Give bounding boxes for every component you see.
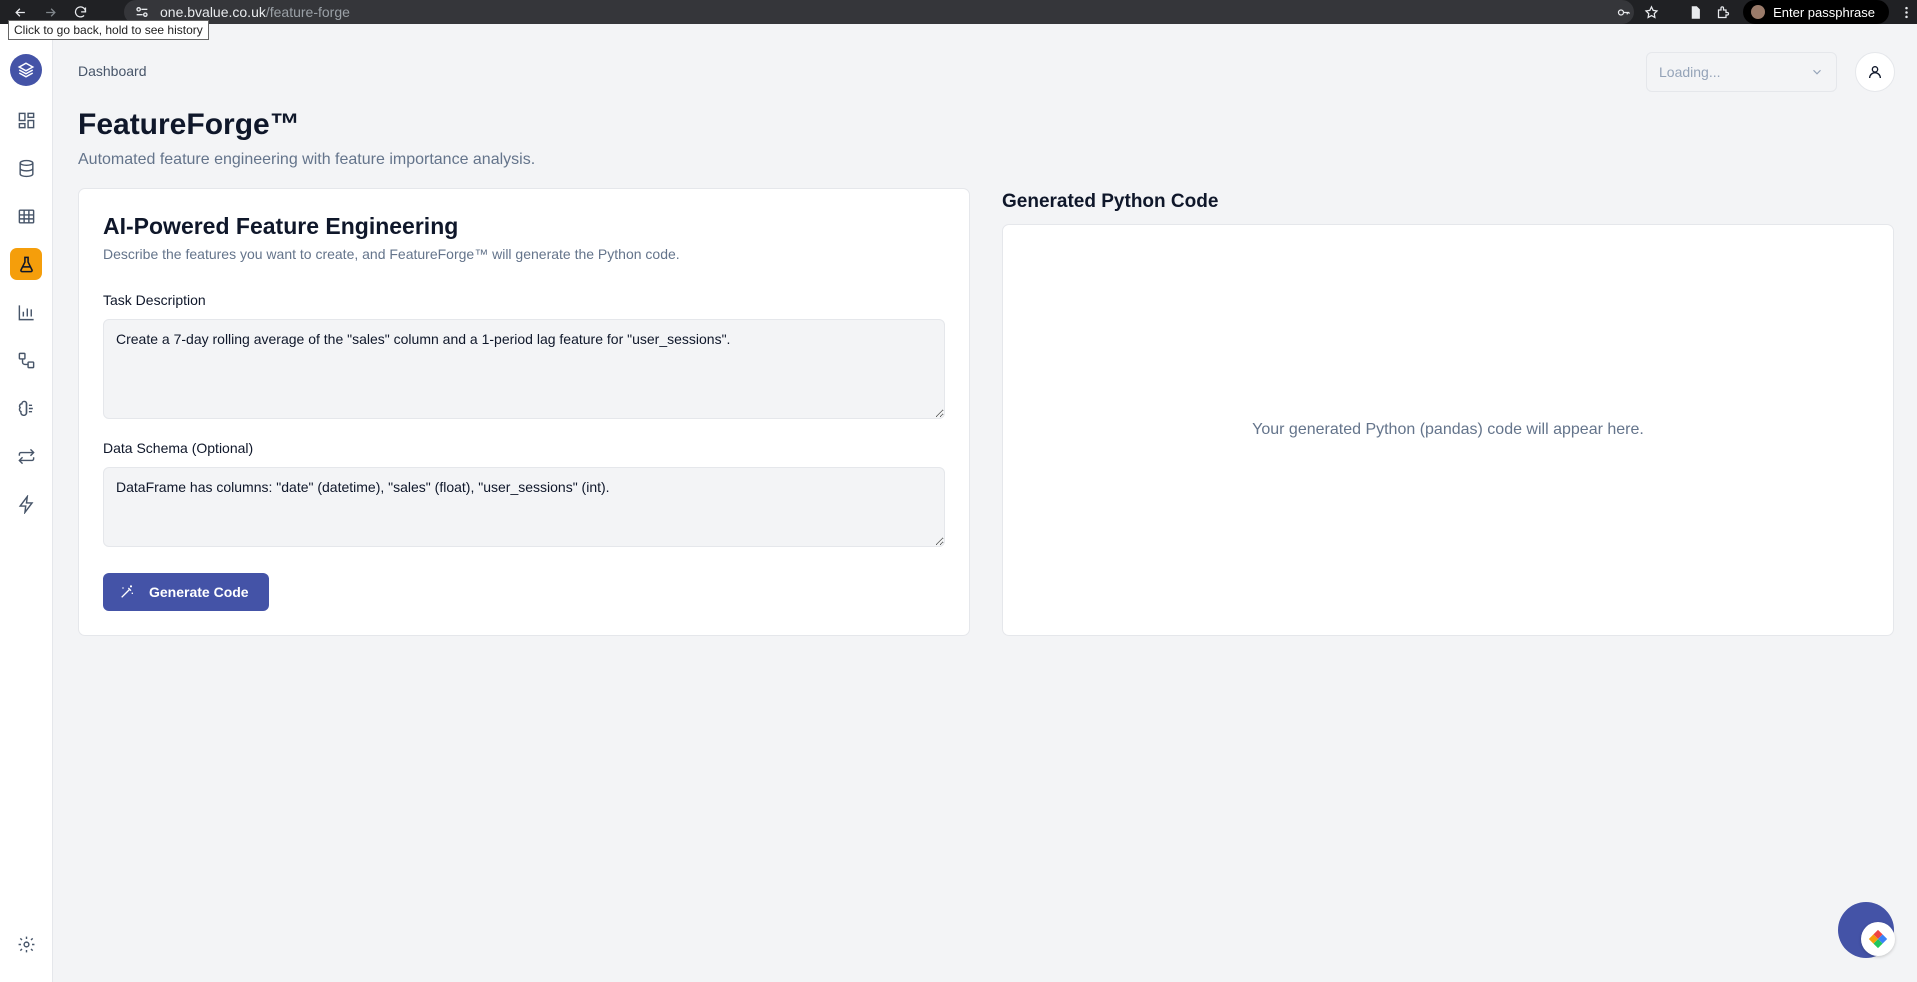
dashboard-grid-icon: [18, 112, 34, 128]
passphrase-button[interactable]: Enter passphrase: [1743, 0, 1889, 24]
breadcrumb[interactable]: Dashboard: [78, 63, 147, 79]
kebab-menu-icon: [1904, 6, 1908, 18]
bookmark-button[interactable]: [1637, 0, 1665, 24]
lightning-icon: [18, 494, 33, 514]
chevron-down-icon: [1813, 69, 1821, 75]
generated-code-panel: Your generated Python (pandas) code will…: [1002, 224, 1894, 636]
card-description: Describe the features you want to create…: [103, 246, 680, 262]
address-bar[interactable]: one.bvalue.co.uk/feature-forge: [124, 0, 1634, 24]
code-placeholder: Your generated Python (pandas) code will…: [1252, 421, 1644, 438]
project-select[interactable]: Loading...: [1646, 52, 1837, 92]
table-icon: [18, 208, 34, 224]
puzzle-icon: [1717, 5, 1729, 18]
site-info-icon[interactable]: [134, 4, 150, 20]
project-select-value: Loading...: [1659, 64, 1721, 80]
sidebar-item-data[interactable]: [10, 152, 42, 184]
feature-engineering-card: AI-Powered Feature Engineering Describe …: [78, 188, 970, 636]
browser-toolbar: one.bvalue.co.uk/feature-forge Enter pas…: [0, 0, 1917, 24]
document-icon: [1691, 5, 1700, 19]
profile-avatar: [1751, 5, 1766, 19]
gear-icon: [18, 936, 34, 952]
reload-icon: [74, 5, 86, 18]
sidebar-item-automations[interactable]: [10, 488, 42, 520]
passphrase-label: Enter passphrase: [1773, 4, 1875, 20]
browser-menu-button[interactable]: [1895, 0, 1917, 24]
sidebar-item-settings[interactable]: [10, 928, 42, 960]
task-description-input[interactable]: Create a 7-day rolling average of the "s…: [103, 319, 945, 419]
layers-icon: [17, 62, 35, 78]
brain-icon: [18, 400, 33, 416]
diamond-logo-icon: [1868, 929, 1888, 949]
sidebar-item-tables[interactable]: [10, 200, 42, 232]
generate-code-label: Generate Code: [149, 584, 249, 600]
arrow-right-icon: [45, 7, 56, 17]
browser-actions: Enter passphrase: [1609, 0, 1917, 24]
database-icon: [18, 159, 34, 177]
bar-chart-icon: [18, 304, 34, 320]
sidebar-item-workflows[interactable]: [10, 344, 42, 376]
url-host: one.bvalue.co.uk: [160, 4, 266, 20]
sidebar: [0, 24, 53, 982]
sidebar-item-feature-forge[interactable]: [10, 248, 42, 280]
sidebar-item-models[interactable]: [10, 392, 42, 424]
sidebar-item-transforms[interactable]: [10, 440, 42, 472]
workflow-icon: [18, 352, 34, 368]
user-menu-button[interactable]: [1855, 52, 1895, 92]
generate-code-button[interactable]: Generate Code: [103, 573, 269, 611]
card-title: AI-Powered Feature Engineering: [103, 213, 459, 239]
generated-code-title: Generated Python Code: [1002, 191, 1219, 212]
magic-wand-icon: [121, 585, 133, 598]
page-subtitle: Automated feature engineering with featu…: [78, 151, 536, 168]
flask-icon: [19, 256, 33, 272]
sidebar-item-analytics[interactable]: [10, 296, 42, 328]
swap-icon: [17, 448, 35, 464]
sidebar-item-dashboard[interactable]: [10, 104, 42, 136]
app-logo[interactable]: [10, 54, 42, 86]
user-icon: [1869, 66, 1881, 79]
task-description-label: Task Description: [103, 292, 206, 308]
key-icon: [1617, 8, 1630, 16]
url-path: /feature-forge: [265, 4, 350, 20]
page-title: FeatureForge™: [78, 108, 300, 141]
data-schema-input[interactable]: DataFrame has columns: "date" (datetime)…: [103, 467, 945, 547]
assistant-badge[interactable]: [1861, 922, 1895, 956]
arrow-left-icon: [14, 7, 25, 17]
data-schema-label: Data Schema (Optional): [103, 440, 254, 456]
star-icon: [1644, 4, 1658, 19]
password-key-button[interactable]: [1609, 0, 1637, 24]
back-tooltip: Click to go back, hold to see history: [8, 20, 209, 40]
extensions-button[interactable]: [1709, 0, 1737, 24]
reading-list-button[interactable]: [1681, 0, 1709, 24]
